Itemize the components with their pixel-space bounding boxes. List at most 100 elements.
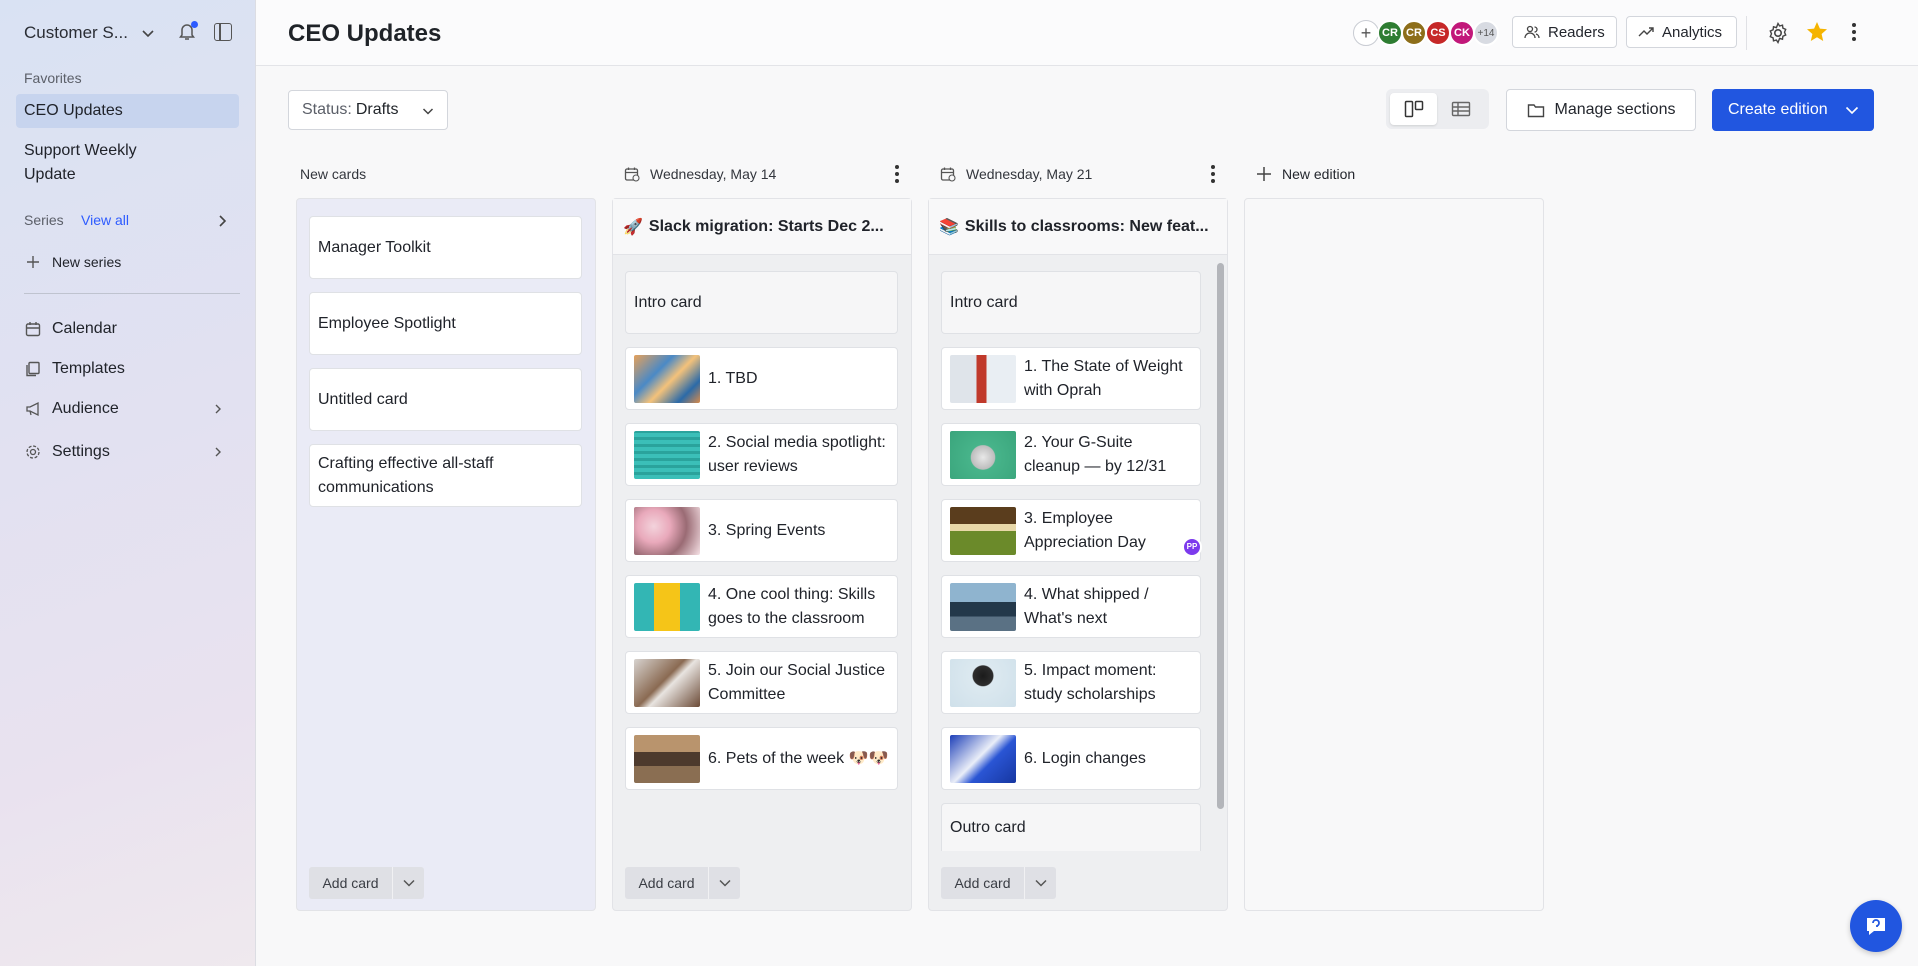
edition-date-header[interactable]: Wednesday, May 21: [940, 163, 1092, 185]
chevron-down-icon[interactable]: [1845, 105, 1859, 115]
edition-date-header[interactable]: Wednesday, May 14: [624, 163, 776, 185]
card[interactable]: 2. Your G-Suite cleanup — by 12/31: [941, 423, 1201, 486]
intro-card[interactable]: Intro card: [625, 271, 898, 334]
status-filter-select[interactable]: Status: Drafts: [288, 90, 448, 130]
assignee-avatar[interactable]: PP: [1182, 537, 1202, 557]
toolbar-divider: [1746, 16, 1747, 50]
favorites-label: Favorites: [24, 70, 82, 86]
sidebar: Customer S... Favorites CEO Updates Supp…: [0, 0, 256, 966]
trend-icon: [1638, 27, 1654, 37]
collapse-sidebar-icon[interactable]: [214, 23, 232, 41]
outro-card[interactable]: Outro card: [941, 803, 1201, 851]
chevron-right-icon[interactable]: [218, 215, 228, 227]
card[interactable]: Untitled card: [309, 368, 582, 431]
create-edition-button[interactable]: Create edition: [1712, 89, 1874, 131]
card[interactable]: 5. Join our Social Justice Committee: [625, 651, 898, 714]
add-card-button[interactable]: Add card: [625, 867, 708, 899]
sidebar-divider: [24, 293, 240, 294]
view-all-series-link[interactable]: View all: [81, 212, 129, 228]
card-title: Crafting effective all-staff communicati…: [318, 454, 494, 496]
chevron-down-icon: [1034, 879, 1047, 887]
gear-icon[interactable]: [1766, 21, 1790, 45]
star-favorite-icon[interactable]: [1805, 20, 1829, 44]
new-series-label: New series: [52, 254, 122, 270]
sidebar-item-settings[interactable]: Settings: [16, 439, 239, 465]
add-card-button[interactable]: Add card: [309, 867, 392, 899]
avatar: CK: [1449, 20, 1475, 46]
edition-title[interactable]: 🚀 Slack migration: Starts Dec 2...: [613, 199, 911, 255]
readers-button[interactable]: Readers: [1512, 16, 1617, 48]
card-thumbnail-image: [634, 430, 700, 479]
card[interactable]: 5. Impact moment: study scholarships: [941, 651, 1201, 714]
card-title: Employee Spotlight: [318, 314, 456, 332]
card[interactable]: 6. Pets of the week 🐶🐶: [625, 727, 898, 790]
board-view-button[interactable]: [1390, 93, 1437, 125]
card-title: Outro card: [950, 818, 1026, 836]
card-title: 4. What shipped / What's next: [1024, 585, 1149, 627]
card-thumbnail-image: [950, 734, 1016, 783]
card[interactable]: Employee Spotlight: [309, 292, 582, 355]
add-card-dropdown[interactable]: [1024, 867, 1056, 899]
card[interactable]: 3. Spring Events: [625, 499, 898, 562]
card-thumbnail-image: [634, 506, 700, 555]
new-series-button[interactable]: New series: [16, 250, 239, 274]
sidebar-item-audience[interactable]: Audience: [16, 396, 239, 422]
add-card-group: Add card: [309, 867, 424, 899]
card[interactable]: Crafting effective all-staff communicati…: [309, 444, 582, 507]
column-scrollbar[interactable]: [1217, 263, 1224, 809]
add-collaborator-icon[interactable]: +: [1353, 20, 1379, 46]
card[interactable]: 6. Login changes: [941, 727, 1201, 790]
intro-card[interactable]: Intro card: [941, 271, 1201, 334]
more-options-icon[interactable]: [1851, 22, 1857, 42]
card-title: Manager Toolkit: [318, 238, 431, 256]
card-title: 2. Social media spotlight: user reviews: [708, 433, 886, 475]
sidebar-item-calendar[interactable]: Calendar: [16, 316, 239, 342]
new-edition-drop-zone[interactable]: [1244, 198, 1544, 911]
card-thumbnail-image: [950, 506, 1016, 555]
collaborator-avatars[interactable]: + CR CR CS CK +14: [1353, 20, 1499, 46]
board-view-icon: [1404, 100, 1423, 118]
favorite-ceo-updates[interactable]: CEO Updates: [16, 94, 239, 128]
card-title: 1. The State of Weight with Oprah: [1024, 357, 1183, 399]
favorite-support-weekly-update[interactable]: Support Weekly Update: [16, 138, 239, 188]
books-icon: 📚: [939, 218, 959, 236]
sidebar-item-templates[interactable]: Templates: [16, 356, 239, 382]
edition-more-icon[interactable]: [894, 164, 900, 184]
card-thumbnail-image: [950, 354, 1016, 403]
notifications-bell-icon[interactable]: [178, 21, 198, 43]
card[interactable]: 3. Employee Appreciation Day PP: [941, 499, 1202, 562]
card[interactable]: 4. What shipped / What's next: [941, 575, 1201, 638]
view-toggle: [1386, 89, 1489, 129]
status-label: Status:: [302, 101, 352, 118]
card[interactable]: Manager Toolkit: [309, 216, 582, 279]
table-view-button[interactable]: [1437, 93, 1484, 125]
card[interactable]: 1. TBD: [625, 347, 898, 410]
calendar-clock-icon: [940, 167, 956, 182]
card-title: 1. TBD: [708, 369, 758, 387]
add-card-dropdown[interactable]: [708, 867, 740, 899]
templates-icon: [24, 360, 42, 378]
main-content: CEO Updates + CR CR CS CK +14 Readers An…: [256, 0, 1918, 966]
edition-title[interactable]: 📚 Skills to classrooms: New feat...: [929, 199, 1227, 255]
add-card-button[interactable]: Add card: [941, 867, 1024, 899]
card[interactable]: 2. Social media spotlight: user reviews: [625, 423, 898, 486]
new-edition-label: New edition: [1282, 166, 1356, 182]
help-chat-button[interactable]: [1850, 900, 1902, 952]
add-card-dropdown[interactable]: [392, 867, 424, 899]
calendar-icon: [24, 320, 42, 338]
new-edition-button[interactable]: New edition: [1256, 163, 1355, 185]
workspace-name: Customer S...: [24, 23, 128, 42]
card[interactable]: 1. The State of Weight with Oprah: [941, 347, 1201, 410]
new-cards-header: New cards: [300, 166, 367, 182]
people-icon: [1524, 25, 1540, 39]
favorite-label: CEO Updates: [24, 102, 123, 119]
card[interactable]: 4. One cool thing: Skills goes to the cl…: [625, 575, 898, 638]
add-card-group: Add card: [941, 867, 1056, 899]
sidebar-item-label: Templates: [52, 360, 125, 377]
analytics-button[interactable]: Analytics: [1626, 16, 1737, 48]
sidebar-item-label: Audience: [52, 400, 119, 417]
workspace-switcher[interactable]: Customer S...: [24, 20, 240, 46]
manage-sections-button[interactable]: Manage sections: [1506, 89, 1696, 131]
edition-more-icon[interactable]: [1210, 164, 1216, 184]
top-bar: CEO Updates + CR CR CS CK +14 Readers An…: [256, 0, 1918, 66]
